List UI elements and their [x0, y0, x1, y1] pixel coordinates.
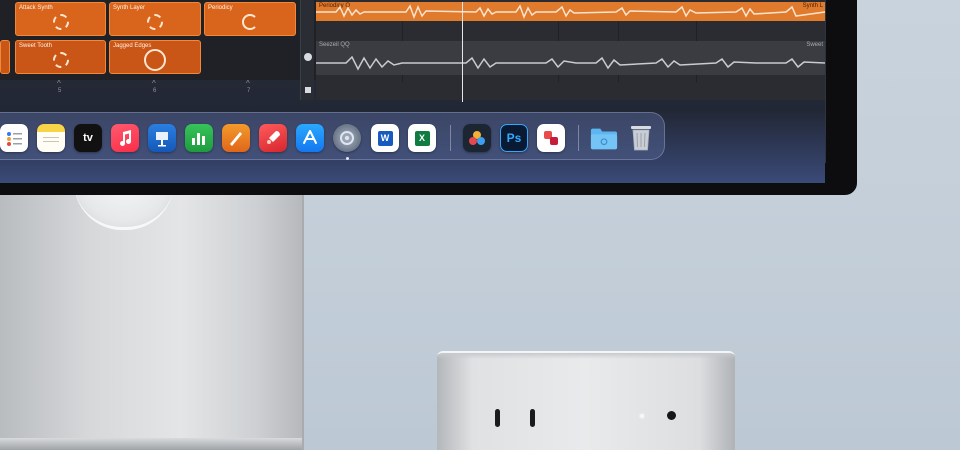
dock-separator — [578, 125, 579, 151]
numbers-icon[interactable] — [185, 124, 213, 152]
audio-region-gray[interactable]: Seezeil QQ Sweet — [316, 41, 825, 75]
notes-icon[interactable] — [37, 124, 65, 152]
pad-synth-layer[interactable]: Synth Layer — [109, 2, 201, 36]
display-bezel-edge — [825, 0, 826, 163]
tracks-area: Periodicy Q Synth L Seezeil QQ Sweet — [316, 0, 825, 102]
loop-progress-icon — [144, 49, 166, 72]
keynote-icon[interactable] — [148, 124, 176, 152]
column-number: 6 — [153, 88, 157, 94]
scene-trigger-icon[interactable] — [304, 53, 312, 61]
pad-label: Synth Layer — [113, 5, 146, 11]
apple-tv-icon[interactable]: tv — [74, 124, 102, 152]
pad-label: Periodicy — [208, 5, 233, 11]
stop-icon[interactable] — [305, 87, 311, 93]
scene-trigger-strip — [300, 0, 314, 100]
column-number: 5 — [58, 88, 62, 94]
pad-left-partial-bottom[interactable] — [0, 40, 10, 74]
loop-progress-icon — [52, 14, 69, 31]
excel-label: X — [414, 130, 430, 146]
pad-label: Jagged Edges — [113, 43, 152, 49]
parallels-icon[interactable] — [537, 124, 565, 152]
column-trigger-icon[interactable]: ^ — [152, 79, 156, 88]
davinci-resolve-icon[interactable] — [463, 124, 491, 152]
trash-icon[interactable] — [627, 124, 655, 152]
pad-jagged-edges[interactable]: Jagged Edges — [109, 40, 201, 74]
pad-left-partial-top[interactable] — [0, 2, 10, 36]
waveform — [316, 55, 825, 71]
music-icon[interactable] — [111, 124, 139, 152]
usb-c-port — [495, 409, 500, 427]
loop-progress-icon — [52, 52, 69, 69]
column-trigger-icon[interactable]: ^ — [57, 79, 61, 88]
usb-c-port — [530, 409, 535, 427]
mac-studio — [437, 351, 735, 450]
microsoft-word-icon[interactable]: W — [371, 124, 399, 152]
pad-label: Attack Synth — [19, 5, 53, 11]
apple-tv-label: tv — [83, 132, 93, 144]
folder-icon[interactable] — [590, 124, 618, 152]
studio-display: Attack Synth Synth Layer Periodicy Sweet… — [0, 0, 857, 195]
photoshop-label: Ps — [506, 131, 522, 145]
monitor-stand — [0, 190, 304, 450]
display-screen: Attack Synth Synth Layer Periodicy Sweet… — [0, 0, 825, 183]
dock: tv W X Ps — [0, 112, 665, 160]
headphone-jack — [667, 411, 676, 420]
pad-periodicy[interactable]: Periodicy — [204, 2, 296, 36]
loop-progress-icon — [242, 14, 258, 31]
photoshop-icon[interactable]: Ps — [500, 124, 528, 152]
audio-region-orange[interactable]: Periodicy Q Synth L — [316, 2, 825, 21]
dock-separator — [450, 125, 451, 151]
column-trigger-icon[interactable]: ^ — [246, 79, 250, 88]
column-number: 7 — [247, 88, 251, 94]
system-settings-icon[interactable] — [333, 124, 361, 152]
pad-label: Sweet Tooth — [19, 43, 52, 49]
waveform — [316, 4, 825, 20]
word-label: W — [377, 130, 393, 146]
loop-progress-icon — [147, 14, 163, 31]
running-indicator — [346, 157, 349, 160]
microsoft-excel-icon[interactable]: X — [408, 124, 436, 152]
pad-attack-synth[interactable]: Attack Synth — [15, 2, 106, 36]
live-loops-grid: Attack Synth Synth Layer Periodicy Sweet… — [0, 0, 316, 94]
rocketsim-icon[interactable] — [259, 124, 287, 152]
pages-icon[interactable] — [222, 124, 250, 152]
app-store-icon[interactable] — [296, 124, 324, 152]
power-indicator-light — [640, 414, 644, 418]
playhead[interactable] — [462, 2, 463, 102]
reminders-icon[interactable] — [0, 124, 28, 152]
pad-sweet-tooth[interactable]: Sweet Tooth — [15, 40, 106, 74]
